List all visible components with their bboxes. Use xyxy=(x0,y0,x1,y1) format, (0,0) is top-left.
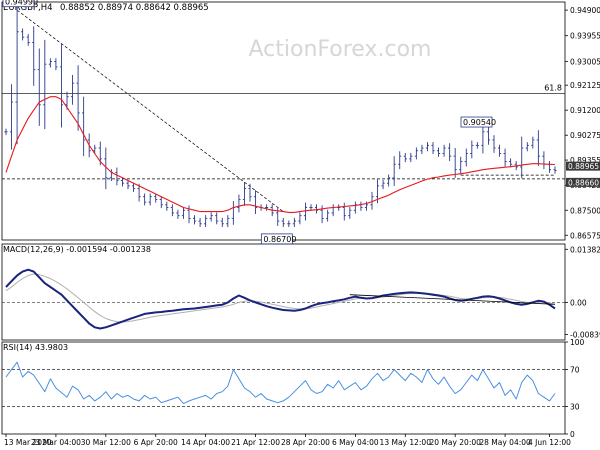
time-tick-label: 4 Jun 12:00 xyxy=(528,438,571,447)
time-tick-label: 30 Mar 12:00 xyxy=(81,438,131,447)
fib-label: 61.8 xyxy=(544,83,562,92)
price-ytick-label: 0.86575 xyxy=(570,231,600,240)
time-tick-label: 21 Apr 12:00 xyxy=(231,438,280,447)
time-tick-label: 28 May 04:00 xyxy=(479,438,531,447)
price-annotation-label: 0.90540 xyxy=(463,118,496,127)
watermark: ActionForex.com xyxy=(249,37,432,62)
macd-title: MACD(12,26,9) -0.001594 -0.001238 xyxy=(3,245,151,254)
macd-ytick-label: 0.00 xyxy=(570,298,587,307)
chart-background xyxy=(0,0,600,450)
price-annotation-label: 0.94990 xyxy=(5,0,38,7)
price-tag-label: 0.88965 xyxy=(568,162,599,171)
rsi-title: RSI(14) 43.9803 xyxy=(3,343,68,352)
time-tick-label: 13 May 12:00 xyxy=(380,438,432,447)
price-ytick-label: 0.93005 xyxy=(570,57,600,66)
price-tag-label: 0.88660 xyxy=(568,178,599,187)
time-tick-label: 23 Mar 04:00 xyxy=(31,438,81,447)
price-ytick-label: 0.92125 xyxy=(570,81,600,90)
price-annotation-label: 0.86700 xyxy=(263,235,296,244)
time-tick-label: 6 May 04:00 xyxy=(332,438,379,447)
time-tick-label: 28 Apr 20:00 xyxy=(281,438,330,447)
time-tick-label: 20 May 20:00 xyxy=(429,438,481,447)
price-ytick-label: 0.90275 xyxy=(570,131,600,140)
price-ytick-label: 0.87500 xyxy=(570,206,600,215)
time-tick-label: 14 Apr 04:00 xyxy=(181,438,230,447)
price-panel-ohlc: 0.88852 0.88974 0.88642 0.88965 xyxy=(60,3,209,13)
chart-canvas: ActionForex.com EURGBP,H4 0.88852 0.8897… xyxy=(0,0,600,450)
rsi-ytick-label: 70 xyxy=(570,366,580,375)
macd-ytick-label: 0.013821 xyxy=(570,245,600,254)
price-ytick-label: 0.94900 xyxy=(570,6,600,15)
rsi-ytick-label: 100 xyxy=(570,338,585,347)
price-ytick-label: 0.91200 xyxy=(570,106,600,115)
rsi-ytick-label: 30 xyxy=(570,402,580,411)
price-ytick-label: 0.93955 xyxy=(570,32,600,41)
time-tick-label: 6 Apr 20:00 xyxy=(134,438,178,447)
